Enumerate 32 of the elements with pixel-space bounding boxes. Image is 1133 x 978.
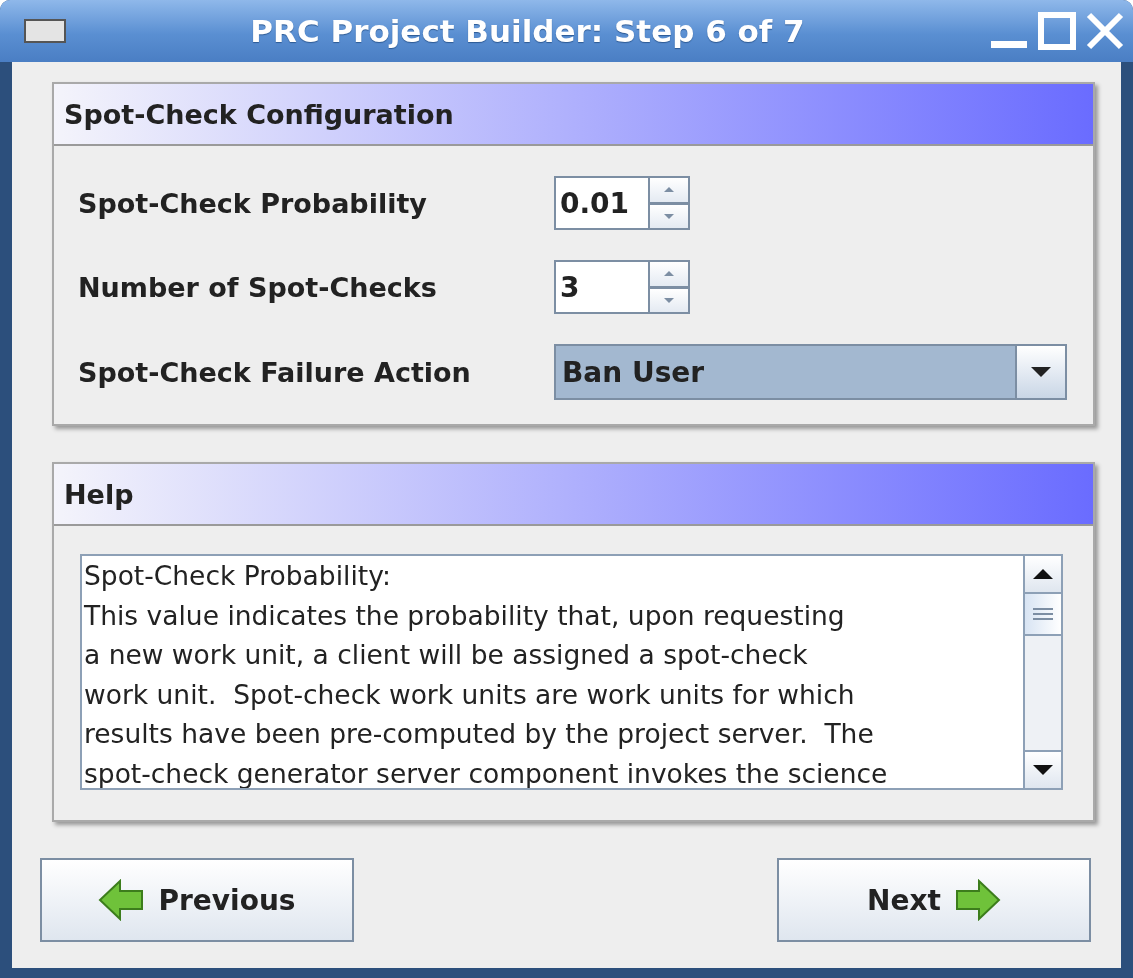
- decrement-icon: [664, 297, 674, 303]
- arrow-icon: [954, 879, 1001, 921]
- window-title: PRC Project Builder: Step 6 of 7: [249, 13, 806, 49]
- scroll-thumb[interactable]: [1025, 594, 1061, 636]
- window-icon: [24, 19, 66, 43]
- help-text-line: spot-check generator server component invokes the science: [84, 756, 889, 788]
- caret-icon: [1031, 367, 1051, 377]
- increment-icon: [664, 271, 674, 277]
- arrow-icon: [98, 879, 145, 921]
- close-icon[interactable]: [1085, 11, 1125, 51]
- decrement-icon: [664, 213, 674, 219]
- maximize-icon[interactable]: [1037, 11, 1077, 51]
- panel-header: Spot-Check Configuration: [54, 84, 1093, 146]
- field-label: Spot-Check Probability: [78, 187, 428, 219]
- help-text-line: This value indicates the probability that, upon requesting: [84, 598, 846, 633]
- panel-header: Help: [54, 464, 1093, 526]
- help-text-line: a new work unit, a client will be assigned a spot-check: [84, 638, 809, 672]
- number-spinner[interactable]: 0.01: [554, 176, 690, 230]
- help-text-line: results have been pre-computed by the project server. The: [84, 717, 875, 751]
- help-text-line: Spot-Check Probability:: [84, 559, 392, 593]
- increment-icon: [664, 187, 674, 193]
- dropdown[interactable]: Ban User: [554, 344, 1067, 400]
- scroll-down-icon: [1033, 765, 1053, 775]
- field-label: Spot-Check Failure Action: [78, 356, 472, 388]
- help-text-area[interactable]: [80, 554, 1063, 790]
- next-button[interactable]: Next: [777, 858, 1091, 942]
- scroll-up-icon: [1033, 569, 1053, 579]
- number-spinner[interactable]: 3: [554, 260, 690, 314]
- help-text-line: work unit. Spot-check work units are work units for which: [84, 677, 856, 712]
- field-label: Number of Spot-Checks: [78, 271, 438, 303]
- grip-icon: [1032, 607, 1054, 621]
- previous-button[interactable]: Previous: [40, 858, 354, 942]
